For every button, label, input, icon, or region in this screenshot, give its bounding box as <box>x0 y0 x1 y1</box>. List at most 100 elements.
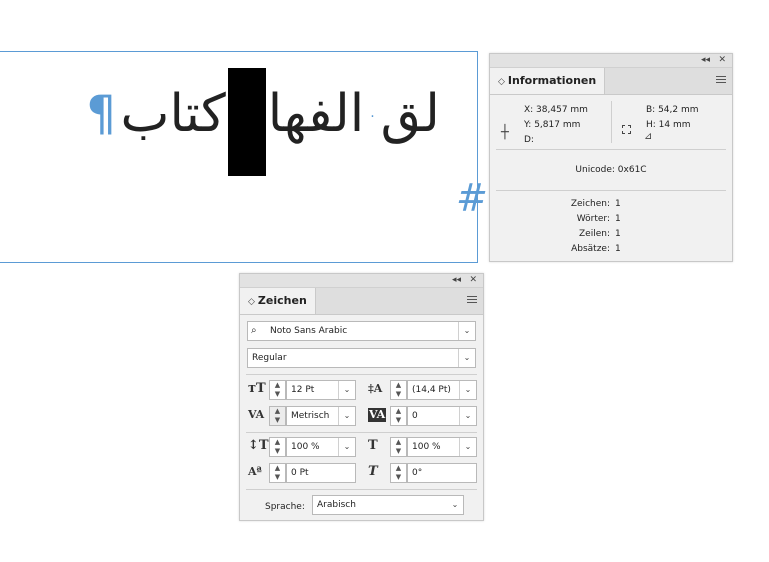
chevron-down-icon[interactable]: ⌄ <box>447 496 463 514</box>
tracking-stepper[interactable]: ▲ ▼ <box>390 406 407 426</box>
horizontal-scale-icon: T <box>368 438 378 453</box>
vertical-scale-field[interactable]: 100 % ⌄ <box>286 437 356 457</box>
crosshair-icon: ┼ <box>501 125 509 140</box>
baseline-shift-field[interactable]: 0 Pt <box>286 463 356 483</box>
divider <box>246 432 477 433</box>
close-icon[interactable]: ✕ <box>469 274 477 287</box>
baseline-shift-icon: Aª <box>248 465 262 478</box>
info-panel: ◂◂ ✕ ◇ Informationen ┼ X: 38,457 mm Y: 5,… <box>489 53 733 262</box>
skew-value: 0° <box>412 468 423 478</box>
height-readout: H: 14 mm <box>646 120 691 130</box>
x-coordinate: X: 38,457 mm <box>524 105 588 115</box>
baseline-shift-stepper[interactable]: ▲ ▼ <box>269 463 286 483</box>
kerning-stepper[interactable]: ▲ ▼ <box>269 406 286 426</box>
tab-label: Zeichen <box>257 294 307 307</box>
horizontal-scale-stepper[interactable]: ▲ ▼ <box>390 437 407 457</box>
panel-menu-icon[interactable] <box>716 74 726 85</box>
chevron-down-icon[interactable]: ⌄ <box>459 381 476 399</box>
horizontal-scale-value: 100 % <box>412 442 441 452</box>
vertical-divider <box>611 101 612 143</box>
language-label: Sprache: <box>265 502 305 512</box>
vertical-scale-value: 100 % <box>291 442 320 452</box>
y-coordinate: Y: 5,817 mm <box>524 120 581 130</box>
leading-icon: ‡A <box>368 382 383 395</box>
font-size-field[interactable]: 12 Pt ⌄ <box>286 380 356 400</box>
divider <box>496 190 726 191</box>
stat-value-woerter: 1 <box>615 214 621 224</box>
tab-label: Informationen <box>507 74 597 87</box>
tab-zeichen[interactable]: ◇ Zeichen <box>240 288 316 314</box>
tracking-icon: VA <box>368 408 387 422</box>
angle-icon: ⊿ <box>644 131 653 142</box>
font-style-field[interactable]: Regular ⌄ <box>247 348 476 368</box>
info-body: ┼ X: 38,457 mm Y: 5,817 mm D: B: 54,2 mm… <box>490 95 732 264</box>
stat-label-absaetze: Absätze: <box>571 244 610 254</box>
tab-toggle-icon: ◇ <box>498 77 505 87</box>
kerning-value: Metrisch <box>291 411 330 421</box>
panel-menu-icon[interactable] <box>467 294 477 305</box>
character-panel: ◂◂ ✕ ◇ Zeichen ⌕ Noto Sans Arabic ⌄ Regul… <box>239 273 484 521</box>
font-size-icon: ᴛT <box>248 381 266 396</box>
tab-row: ◇ Informationen <box>490 68 732 95</box>
stat-value-absaetze: 1 <box>615 244 621 254</box>
selected-character-highlight[interactable] <box>227 68 266 176</box>
chevron-down-icon[interactable]: ⌄ <box>338 438 355 456</box>
search-icon: ⌕ <box>251 325 257 336</box>
tracking-value: 0 <box>412 411 418 421</box>
skew-icon: T <box>368 464 378 479</box>
chevron-down-icon[interactable]: ⌄ <box>458 349 475 367</box>
language-value: Arabisch <box>317 500 356 510</box>
text-segment-alfaha[interactable]: الفها <box>268 84 364 144</box>
stat-value-zeichen: 1 <box>615 199 621 209</box>
chevron-down-icon[interactable]: ⌄ <box>459 438 476 456</box>
chevron-down-icon[interactable]: ⌄ <box>458 322 475 340</box>
chevron-down-icon[interactable]: ⌄ <box>338 407 355 425</box>
font-size-stepper[interactable]: ▲ ▼ <box>269 380 286 400</box>
text-segment-laq[interactable]: لق <box>381 84 440 144</box>
divider <box>246 489 477 490</box>
panel-topbar: ◂◂ ✕ <box>490 54 732 68</box>
font-family-field[interactable]: ⌕ Noto Sans Arabic ⌄ <box>247 321 476 341</box>
vertical-scale-icon: ↕T <box>248 438 269 453</box>
skew-field[interactable]: 0° <box>407 463 477 483</box>
text-frame[interactable]: ¶كتاب الفها · لق <box>0 51 478 263</box>
stat-label-zeilen: Zeilen: <box>579 229 610 239</box>
leading-field[interactable]: (14,4 Pt) ⌄ <box>407 380 477 400</box>
language-dropdown[interactable]: Arabisch ⌄ <box>312 495 464 515</box>
stat-label-zeichen: Zeichen: <box>570 199 610 209</box>
kerning-icon: VA <box>248 408 265 421</box>
tab-row: ◇ Zeichen <box>240 288 483 315</box>
text-segment-kitab[interactable]: كتاب <box>121 84 226 144</box>
horizontal-scale-field[interactable]: 100 % ⌄ <box>407 437 477 457</box>
stat-label-woerter: Wörter: <box>576 214 610 224</box>
close-icon[interactable]: ✕ <box>718 54 726 67</box>
collapse-icon[interactable]: ◂◂ <box>452 274 461 287</box>
vertical-scale-stepper[interactable]: ▲ ▼ <box>269 437 286 457</box>
distance-readout: D: <box>524 135 534 145</box>
width-readout: B: 54,2 mm <box>646 105 699 115</box>
skew-stepper[interactable]: ▲ ▼ <box>390 463 407 483</box>
chevron-down-icon[interactable]: ⌄ <box>459 407 476 425</box>
font-family-value: Noto Sans Arabic <box>270 326 348 336</box>
font-size-value: 12 Pt <box>291 385 315 395</box>
leading-value: (14,4 Pt) <box>412 385 451 395</box>
divider <box>496 149 726 150</box>
kerning-field[interactable]: Metrisch ⌄ <box>286 406 356 426</box>
tab-informationen[interactable]: ◇ Informationen <box>490 68 606 94</box>
bounds-icon <box>622 125 631 134</box>
leading-stepper[interactable]: ▲ ▼ <box>390 380 407 400</box>
tab-toggle-icon: ◇ <box>248 297 255 307</box>
chevron-down-icon[interactable]: ⌄ <box>338 381 355 399</box>
space-marker: · <box>370 109 375 125</box>
divider <box>246 374 477 375</box>
stat-value-zeilen: 1 <box>615 229 621 239</box>
collapse-icon[interactable]: ◂◂ <box>701 54 710 67</box>
unicode-readout: Unicode: 0x61C <box>575 165 647 175</box>
baseline-shift-value: 0 Pt <box>291 468 309 478</box>
pilcrow-mark: ¶ <box>86 86 117 142</box>
tracking-field[interactable]: 0 ⌄ <box>407 406 477 426</box>
panel-topbar: ◂◂ ✕ <box>240 274 483 288</box>
font-style-value: Regular <box>252 353 287 363</box>
arabic-text-line[interactable]: ¶كتاب الفها · لق <box>86 68 440 176</box>
frame-end-marker: # <box>456 176 488 220</box>
